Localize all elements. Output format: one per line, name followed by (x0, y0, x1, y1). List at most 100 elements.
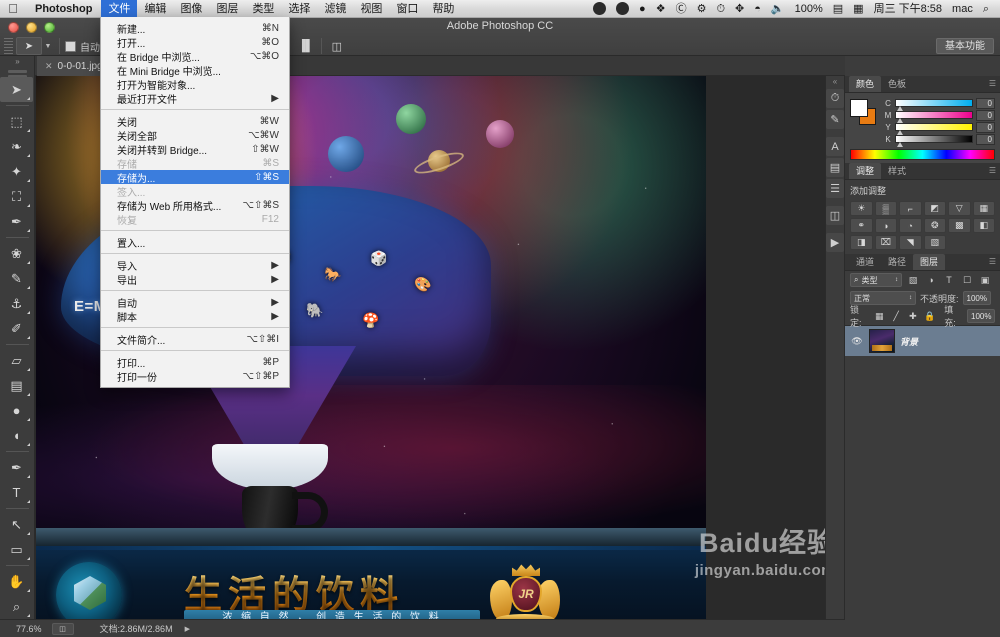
clone-stamp-tool[interactable]: ⚓ (0, 291, 33, 316)
brightness-contrast-icon[interactable]: ☀ (850, 201, 873, 216)
color-slider-value[interactable]: 0 (976, 121, 995, 133)
tab-styles[interactable]: 样式 (881, 163, 913, 179)
chevron-down-icon[interactable]: ▼ (42, 43, 54, 50)
menu-item-存储为[interactable]: 存储为... ⇧⌘S (101, 170, 289, 185)
color-slider-track[interactable] (895, 123, 973, 135)
photo-filter-icon[interactable]: ◔ (899, 218, 922, 233)
tab-color[interactable]: 颜色 (849, 76, 882, 92)
smart-object-filter-icon[interactable]: ▣ (978, 273, 992, 287)
lock-all-icon[interactable]: 🔒 (923, 309, 936, 323)
move-tool[interactable]: ➤ (0, 77, 33, 102)
menu-item-置入[interactable]: 置入... (101, 235, 289, 250)
crop-tool[interactable]: ⛶ (0, 184, 33, 209)
menu-edit[interactable]: 编辑 (137, 0, 173, 18)
layer-comps-icon[interactable]: ◫ (826, 206, 844, 225)
menu-image[interactable]: 图像 (173, 0, 209, 18)
color-slider-m[interactable]: M0 (884, 109, 995, 123)
input-source-icon[interactable]: ▦ (848, 0, 868, 18)
color-slider-track[interactable] (895, 111, 973, 123)
menu-file[interactable]: 文件 (101, 0, 138, 18)
color-slider-y[interactable]: Y0 (884, 121, 995, 135)
menu-item-存储为Web所用格式[interactable]: 存储为 Web 所用格式... ⌥⇧⌘S (101, 198, 289, 213)
distribute-right-icon[interactable]: ▐▌ (297, 38, 315, 54)
menu-item-新建[interactable]: 新建... ⌘N (101, 21, 289, 36)
app-menu-photoshop[interactable]: Photoshop (26, 0, 101, 18)
color-slider-c[interactable]: C0 (884, 97, 995, 111)
rail-collapse-icon[interactable]: « (826, 76, 844, 87)
qq-icon[interactable]: ● (634, 0, 651, 18)
hue-saturation-icon[interactable]: ▦ (972, 201, 995, 216)
blur-tool[interactable]: ● (0, 398, 33, 423)
layer-filter-select[interactable]: ⌕ 类型 ↕ (850, 273, 902, 287)
menu-select[interactable]: 选择 (281, 0, 317, 18)
dodge-tool[interactable]: ◖ (0, 423, 33, 448)
battery-icon[interactable]: ▤ (828, 0, 848, 18)
color-slider-thumb[interactable] (897, 142, 903, 147)
tools-panel-grip[interactable] (0, 70, 34, 78)
menu-item-打印[interactable]: 打印... ⌘P (101, 355, 289, 370)
brush-tool[interactable]: ✎ (0, 266, 33, 291)
type-filter-icon[interactable]: T (942, 273, 956, 287)
pen-tool[interactable]: ✒ (0, 455, 33, 480)
rectangular-marquee-tool[interactable]: ⬚ (0, 109, 33, 134)
layers-panel-menu-icon[interactable]: ☰ (989, 254, 1000, 270)
volume-icon[interactable]: 🔈 (766, 0, 790, 18)
menu-item-文件简介[interactable]: 文件简介... ⌥⇧⌘I (101, 332, 289, 347)
lock-transparent-icon[interactable]: ▦ (873, 309, 886, 323)
menu-item-自动[interactable]: 自动 ▶ (101, 295, 289, 310)
expand-arrow-icon[interactable]: ▶ (185, 625, 190, 633)
history-panel-icon[interactable]: ⏱ (826, 89, 844, 108)
character-panel-icon[interactable]: A (826, 137, 844, 156)
menu-item-导入[interactable]: 导入 ▶ (101, 258, 289, 273)
menu-item-打开为智能对象[interactable]: 打开为智能对象... (101, 77, 289, 92)
curves-icon[interactable]: ⌐ (899, 201, 922, 216)
panel-menu-icon[interactable]: ☰ (989, 76, 1000, 92)
pixel-filter-icon[interactable]: ▧ (906, 273, 920, 287)
tools-panel-collapse[interactable]: » (0, 56, 34, 68)
gear-icon[interactable]: ⚙ (692, 0, 712, 18)
adjustment-filter-icon[interactable]: ◑ (924, 273, 938, 287)
shape-filter-icon[interactable]: ☐ (960, 273, 974, 287)
apple-icon[interactable]:  (0, 0, 26, 18)
spot-healing-brush-tool[interactable]: ❀ (0, 241, 33, 266)
lock-position-icon[interactable]: ✚ (907, 309, 920, 323)
menu-item-最近打开文件[interactable]: 最近打开文件 ▶ (101, 91, 289, 106)
layer-thumbnail[interactable] (869, 329, 895, 353)
opacity-value[interactable]: 100% (962, 291, 991, 305)
menu-filter[interactable]: 滤镜 (317, 0, 353, 18)
tab-channels[interactable]: 通道 (849, 254, 881, 270)
lock-image-icon[interactable]: ╱ (890, 309, 903, 323)
path-selection-tool[interactable]: ↖ (0, 512, 33, 537)
foreground-color-chip[interactable] (850, 99, 868, 117)
menu-item-导出[interactable]: 导出 ▶ (101, 272, 289, 287)
levels-icon[interactable]: ▒ (874, 201, 897, 216)
black-white-icon[interactable]: ◑ (874, 218, 897, 233)
menu-item-在MiniBridge中[interactable]: 在 Mini Bridge 中浏览... (101, 63, 289, 78)
threshold-icon[interactable]: ⌧ (874, 235, 897, 250)
shield-icon[interactable]: Ⓒ (671, 0, 692, 18)
color-slider-track[interactable] (895, 99, 973, 111)
menu-item-关闭[interactable]: 关闭 ⌘W (101, 114, 289, 129)
properties-panel-icon[interactable]: ☰ (826, 179, 844, 198)
magic-wand-tool[interactable]: ✦ (0, 159, 33, 184)
clock[interactable]: 周三 下午8:58 (869, 0, 947, 18)
menu-type[interactable]: 类型 (245, 0, 281, 18)
color-slider-k[interactable]: K0 (884, 133, 995, 147)
qq-music-icon[interactable] (611, 0, 634, 18)
zoom-tool[interactable]: ⌕ (0, 594, 33, 619)
color-slider-track[interactable] (895, 135, 973, 147)
tab-layers[interactable]: 图层 (913, 254, 946, 270)
posterize-icon[interactable]: ◨ (850, 235, 873, 250)
paragraph-panel-icon[interactable]: ▤ (826, 158, 844, 177)
type-tool[interactable]: T (0, 480, 33, 505)
color-spectrum-bar[interactable] (850, 149, 995, 160)
zoom-level[interactable]: 77.6% (16, 624, 42, 634)
gradient-map-icon[interactable]: ◥ (899, 235, 922, 250)
wifi-icon[interactable]: ◓ (749, 0, 766, 18)
selective-color-icon[interactable]: ▧ (923, 235, 946, 250)
auto-align-layers-icon[interactable]: ◫ (328, 38, 346, 54)
brush-panel-icon[interactable]: ✎ (826, 110, 844, 129)
color-slider-value[interactable]: 0 (976, 133, 995, 145)
history-brush-tool[interactable]: ✐ (0, 316, 33, 341)
battery-percent[interactable]: 100% (790, 0, 828, 18)
